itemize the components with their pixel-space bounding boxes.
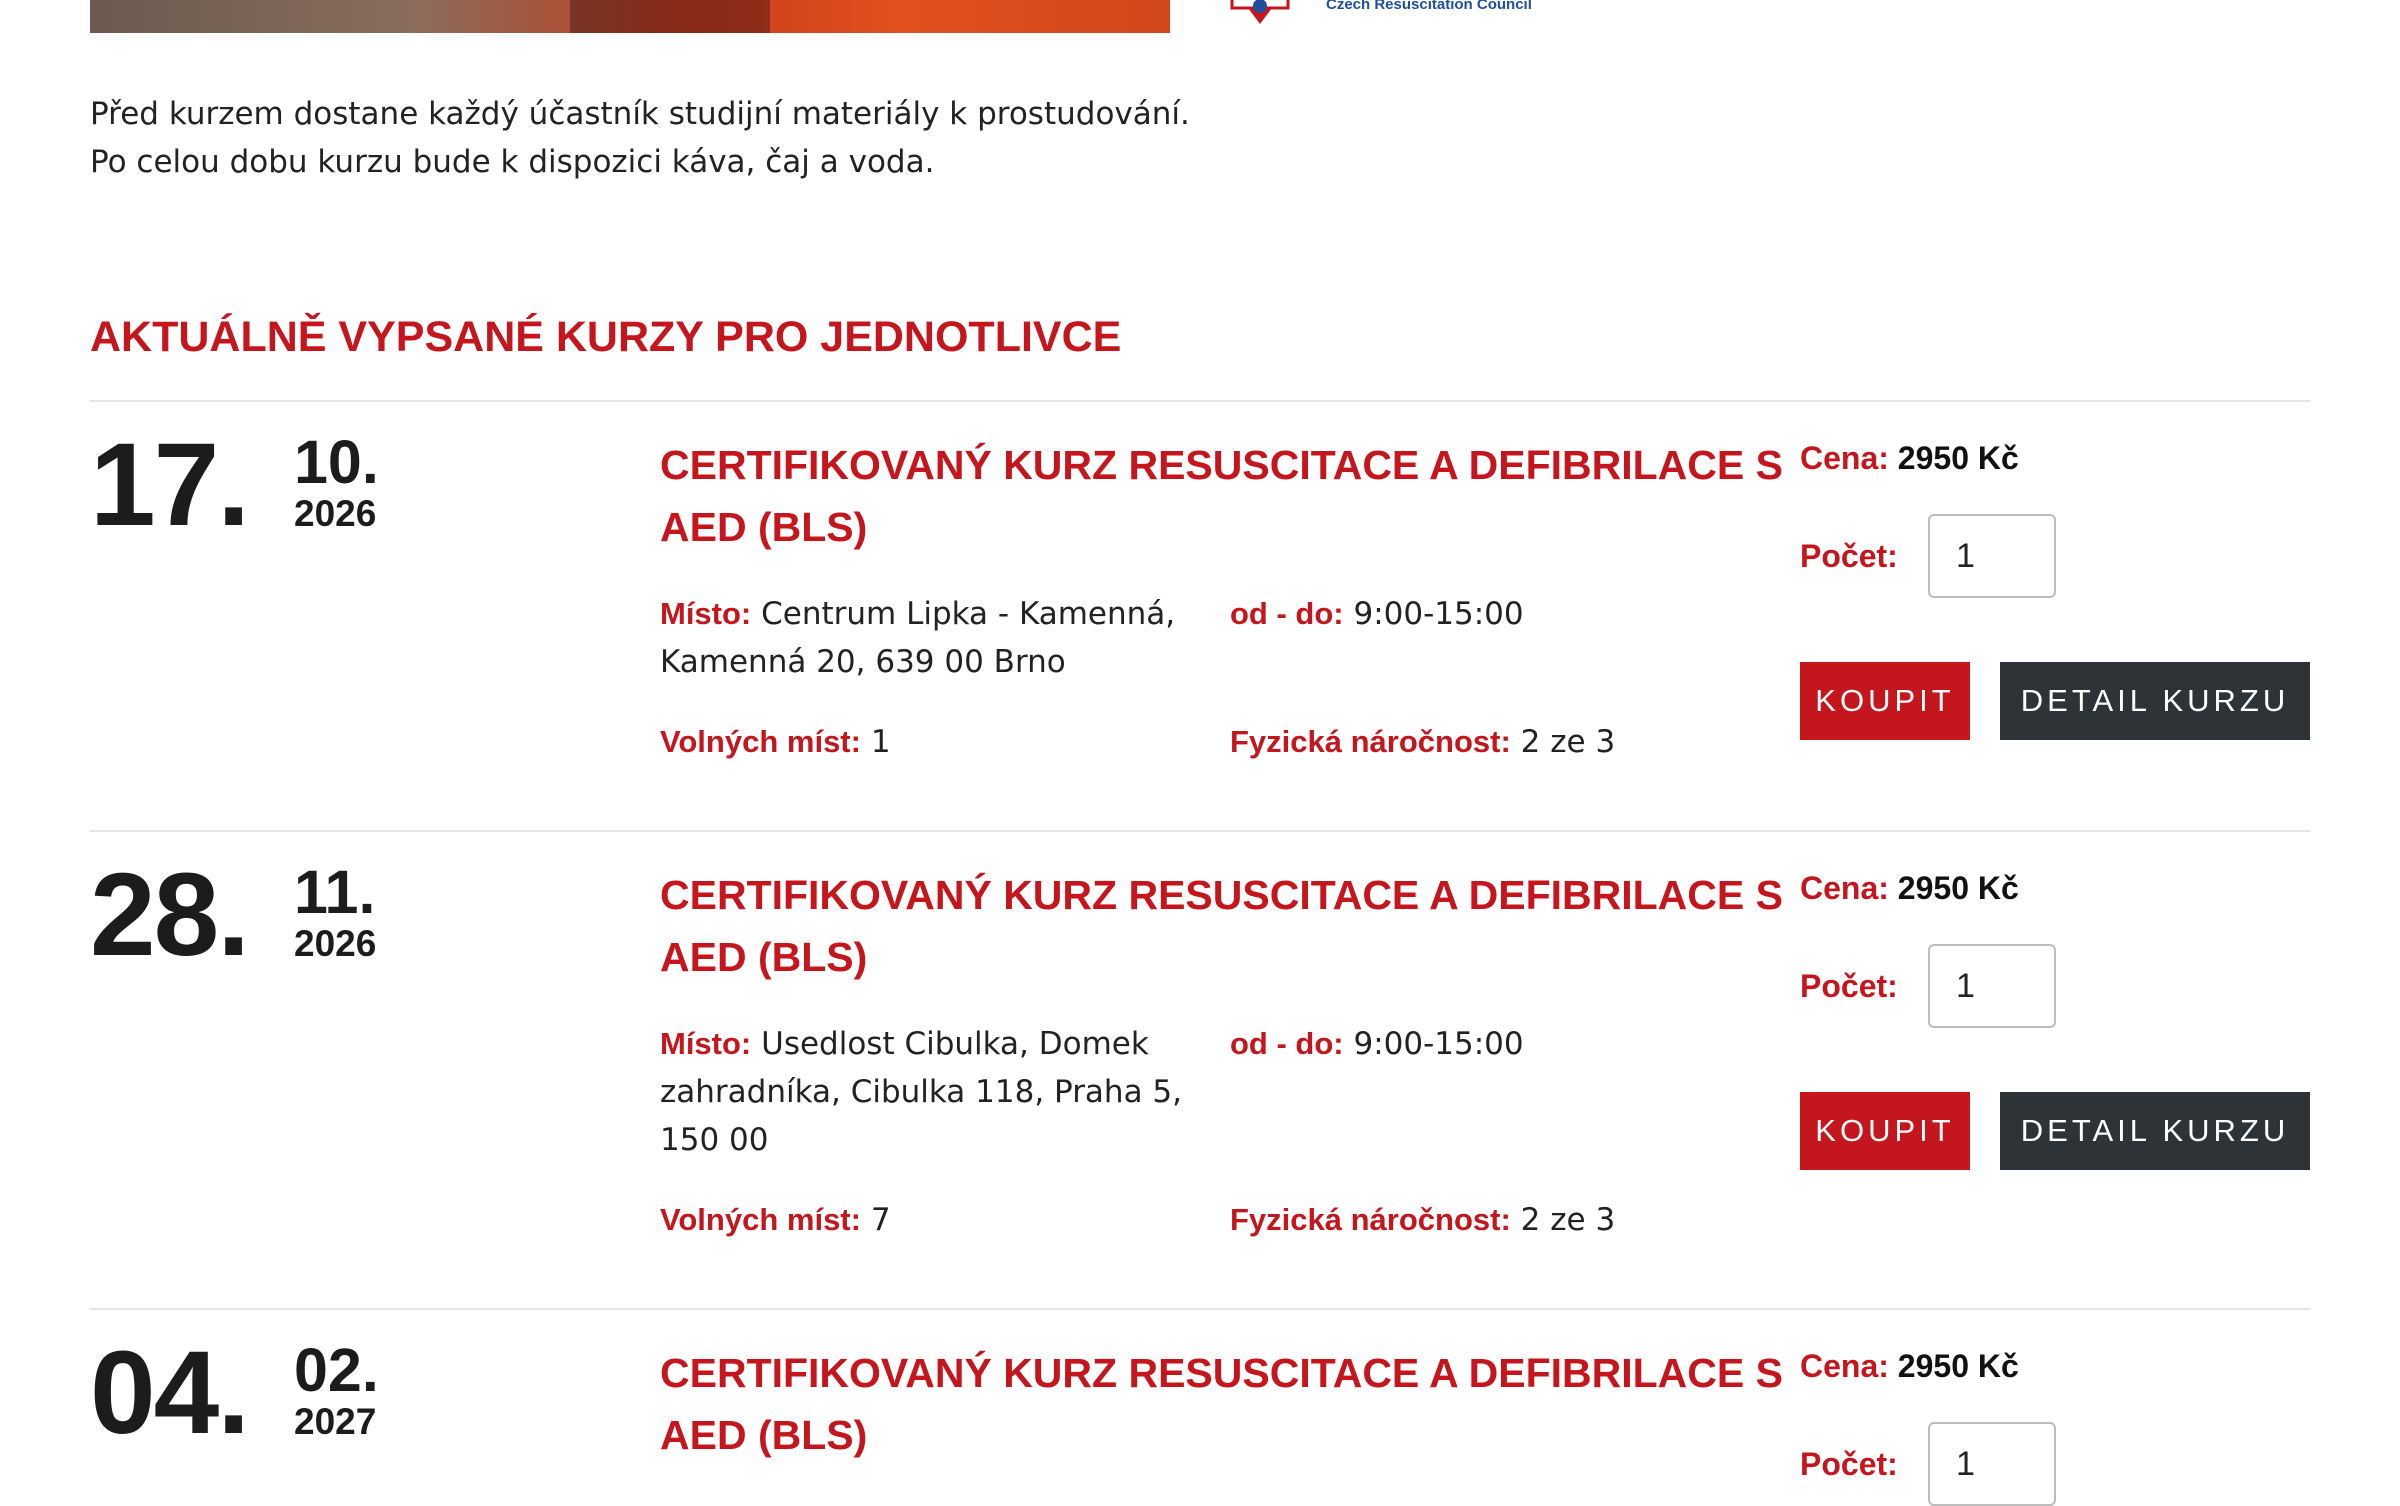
place-label: Místo: bbox=[660, 596, 752, 631]
course-title[interactable]: CERTIFIKOVANÝ KURZ RESUSCITACE A DEFIBRI… bbox=[660, 434, 1820, 558]
course-title[interactable]: CERTIFIKOVANÝ KURZ RESUSCITACE A DEFIBRI… bbox=[660, 1342, 1820, 1466]
quantity-input[interactable] bbox=[1928, 1422, 2056, 1506]
time-value: 9:00-15:00 bbox=[1353, 596, 1524, 632]
quantity-input[interactable] bbox=[1928, 514, 2056, 598]
intro-line: Před kurzem dostane každý účastník studi… bbox=[90, 96, 1190, 132]
course-place: Místo: Centrum Lipka - Kamenná, Kamenná … bbox=[660, 590, 1190, 686]
difficulty-value: 2 ze 3 bbox=[1520, 1202, 1616, 1238]
course-difficulty: Fyzická náročnost: 2 ze 3 bbox=[1230, 1196, 1770, 1244]
hero-image-shade bbox=[570, 0, 770, 33]
quantity-label: Počet: bbox=[1800, 968, 1898, 1004]
course-year: 2027 bbox=[294, 1401, 377, 1442]
course-month: 11. bbox=[294, 858, 376, 926]
buy-button[interactable]: KOUPIT bbox=[1800, 662, 1970, 740]
course-day: 28. bbox=[90, 849, 250, 981]
seats-value: 7 bbox=[870, 1202, 891, 1238]
difficulty-label: Fyzická náročnost: bbox=[1230, 1202, 1511, 1237]
course-detail-button[interactable]: DETAIL KURZU bbox=[2000, 1092, 2310, 1170]
course-time: od - do: 9:00-15:00 bbox=[1230, 590, 1770, 638]
course-detail-button[interactable]: DETAIL KURZU bbox=[2000, 662, 2310, 740]
course-row: 28. 11. 2026 CERTIFIKOVANÝ KURZ RESUSCIT… bbox=[90, 830, 2310, 1308]
price-value: 2950 Kč bbox=[1897, 1348, 2019, 1384]
course-year: 2026 bbox=[294, 493, 377, 534]
course-price: Cena: 2950 Kč bbox=[1800, 868, 2019, 908]
quantity-label: Počet: bbox=[1800, 1446, 1898, 1482]
intro-line: Po celou dobu kurzu bude k dispozici káv… bbox=[90, 144, 935, 180]
course-seats: Volných míst: 7 bbox=[660, 1196, 1190, 1244]
course-seats: Volných míst: 1 bbox=[660, 718, 1190, 766]
seats-value: 1 bbox=[870, 724, 891, 760]
buy-button[interactable]: KOUPIT bbox=[1800, 1092, 1970, 1170]
course-day: 04. bbox=[90, 1327, 250, 1459]
time-value: 9:00-15:00 bbox=[1353, 1026, 1524, 1062]
section-title: AKTUÁLNĚ VYPSANÉ KURZY PRO JEDNOTLIVCE bbox=[90, 313, 1122, 361]
course-difficulty: Fyzická náročnost: 2 ze 3 bbox=[1230, 718, 1770, 766]
partner-logo-text: Czech Resuscitation Council bbox=[1326, 0, 1532, 13]
price-label: Cena: bbox=[1800, 1348, 1889, 1384]
quantity-label: Počet: bbox=[1800, 538, 1898, 574]
course-time: od - do: 9:00-15:00 bbox=[1230, 1020, 1770, 1068]
quantity-input[interactable] bbox=[1928, 944, 2056, 1028]
course-title[interactable]: CERTIFIKOVANÝ KURZ RESUSCITACE A DEFIBRI… bbox=[660, 864, 1820, 988]
difficulty-value: 2 ze 3 bbox=[1520, 724, 1616, 760]
price-value: 2950 Kč bbox=[1897, 870, 2019, 906]
course-place: Místo: Usedlost Cibulka, Domek zahradník… bbox=[660, 1020, 1190, 1164]
place-label: Místo: bbox=[660, 1026, 752, 1061]
partner-logo[interactable]: Czech Resuscitation Council bbox=[1230, 0, 1590, 30]
difficulty-label: Fyzická náročnost: bbox=[1230, 724, 1511, 759]
intro-text: Před kurzem dostane každý účastník studi… bbox=[90, 90, 1190, 186]
course-month: 02. bbox=[294, 1336, 379, 1404]
course-row: 17. 10. 2026 CERTIFIKOVANÝ KURZ RESUSCIT… bbox=[90, 400, 2310, 830]
course-row: 04. 02. 2027 CERTIFIKOVANÝ KURZ RESUSCIT… bbox=[90, 1308, 2310, 1506]
seats-label: Volných míst: bbox=[660, 1202, 861, 1237]
heart-logo-icon bbox=[1230, 0, 1290, 24]
course-price: Cena: 2950 Kč bbox=[1800, 438, 2019, 478]
price-label: Cena: bbox=[1800, 440, 1889, 476]
price-value: 2950 Kč bbox=[1897, 440, 2019, 476]
time-label: od - do: bbox=[1230, 596, 1344, 631]
price-label: Cena: bbox=[1800, 870, 1889, 906]
time-label: od - do: bbox=[1230, 1026, 1344, 1061]
seats-label: Volných míst: bbox=[660, 724, 861, 759]
course-month: 10. bbox=[294, 428, 379, 496]
course-price: Cena: 2950 Kč bbox=[1800, 1346, 2019, 1386]
hero-image bbox=[90, 0, 1170, 33]
course-year: 2026 bbox=[294, 923, 377, 964]
course-day: 17. bbox=[90, 419, 250, 551]
